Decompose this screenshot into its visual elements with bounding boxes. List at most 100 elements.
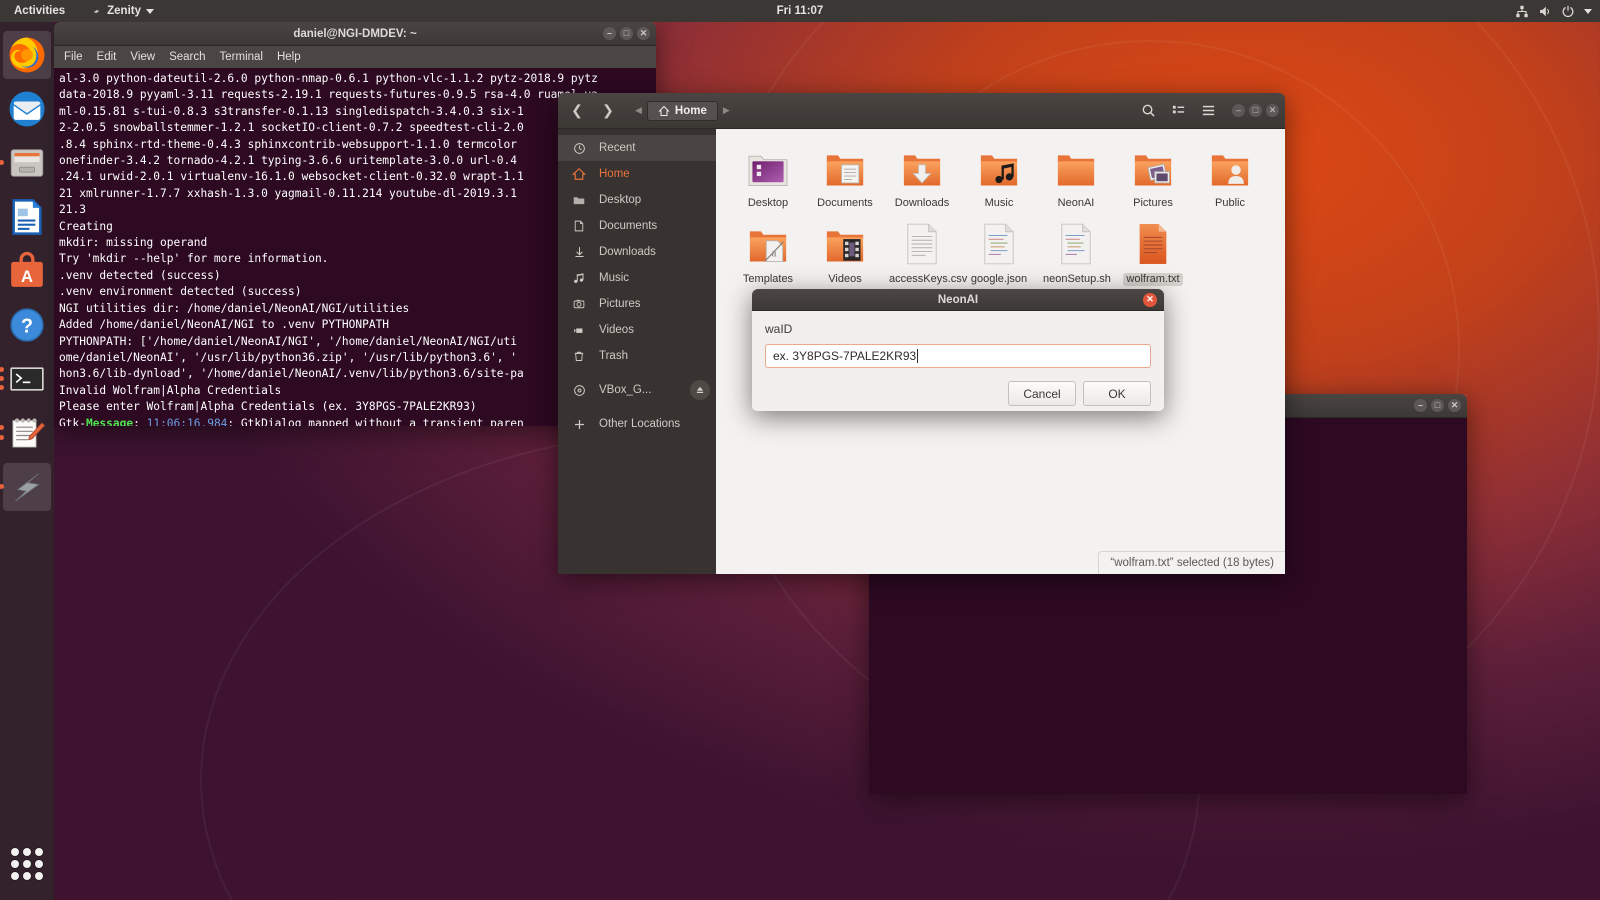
- sidebar-item-downloads[interactable]: Downloads: [558, 239, 716, 265]
- terminal1-window-buttons[interactable]: – □ ✕: [603, 27, 650, 40]
- folder-videos-icon: [809, 219, 881, 265]
- sidebar-item-videos[interactable]: Videos: [558, 317, 716, 343]
- close-button[interactable]: ✕: [637, 27, 650, 40]
- sidebar-item-home[interactable]: Home: [558, 161, 716, 187]
- clock[interactable]: Fri 11:07: [0, 5, 1600, 17]
- show-applications-button[interactable]: [7, 844, 47, 884]
- file-item-public[interactable]: Public: [1192, 139, 1268, 215]
- menu-terminal[interactable]: Terminal: [220, 51, 263, 63]
- close-button[interactable]: ✕: [1266, 104, 1279, 117]
- ubuntu-software-icon: A: [11, 251, 43, 287]
- waid-input[interactable]: ex. 3Y8PGS-7PALE2KR93: [765, 344, 1151, 368]
- help-icon: ?: [10, 308, 44, 342]
- menu-search[interactable]: Search: [169, 51, 205, 63]
- file-manager-window-buttons[interactable]: – □ ✕: [1232, 104, 1279, 117]
- maximize-button[interactable]: □: [620, 27, 633, 40]
- breadcrumb-home[interactable]: Home: [646, 100, 718, 121]
- file-item-neonai[interactable]: NeonAI: [1038, 139, 1114, 215]
- home-icon: [571, 167, 587, 181]
- close-icon[interactable]: ✕: [1143, 292, 1157, 307]
- sidebar-item-other-locations[interactable]: Other Locations: [558, 411, 716, 437]
- file-item-pictures[interactable]: Pictures: [1115, 139, 1191, 215]
- file-name: Pictures: [1133, 197, 1173, 209]
- sidebar-item-vbox-drive[interactable]: VBox_G...: [558, 377, 716, 403]
- firefox-icon: [9, 37, 45, 73]
- file-name: wolfram.txt: [1123, 273, 1183, 286]
- file-item-google-json[interactable]: google.json: [961, 215, 1037, 291]
- file-name: Music: [984, 197, 1014, 209]
- file-item-documents[interactable]: Documents: [807, 139, 883, 215]
- sidebar-item-label: Other Locations: [599, 418, 681, 430]
- breadcrumb[interactable]: ◀ Home ▶: [630, 100, 735, 121]
- sidebar-item-pictures[interactable]: Pictures: [558, 291, 716, 317]
- terminal1-menubar[interactable]: File Edit View Search Terminal Help: [54, 46, 656, 68]
- running-indicator: [0, 385, 4, 390]
- maximize-button[interactable]: □: [1249, 104, 1262, 117]
- folder-pictures-icon: [1117, 143, 1189, 189]
- dock-item-firefox[interactable]: [3, 31, 51, 79]
- menu-edit[interactable]: Edit: [97, 51, 117, 63]
- sidebar-item-recent[interactable]: Recent: [558, 135, 716, 161]
- minimize-button[interactable]: –: [603, 27, 616, 40]
- menu-view[interactable]: View: [130, 51, 155, 63]
- minimize-button[interactable]: –: [1414, 399, 1427, 412]
- menu-help[interactable]: Help: [277, 51, 301, 63]
- sidebar-item-label: Recent: [599, 142, 636, 154]
- breadcrumb-prev-icon[interactable]: ◀: [630, 105, 647, 116]
- chevron-down-icon: [1584, 8, 1592, 14]
- file-item-music[interactable]: Music: [961, 139, 1037, 215]
- dock-item-terminal[interactable]: [0, 355, 51, 403]
- sidebar-item-desktop[interactable]: Desktop: [558, 187, 716, 213]
- maximize-button[interactable]: □: [1431, 399, 1444, 412]
- system-tray[interactable]: [1515, 5, 1592, 18]
- terminal-line: ml-0.15.81 s-tui-0.8.3 s3transfer-0.1.13…: [59, 104, 524, 118]
- cancel-button[interactable]: Cancel: [1008, 381, 1076, 406]
- file-item-downloads[interactable]: Downloads: [884, 139, 960, 215]
- back-button[interactable]: ❮: [564, 99, 590, 123]
- ok-button[interactable]: OK: [1083, 381, 1151, 406]
- dock-item-thunderbird[interactable]: [3, 85, 51, 133]
- sidebar-item-documents[interactable]: Documents: [558, 213, 716, 239]
- file-item-accesskeys-csv[interactable]: accessKeys.csv: [884, 215, 967, 291]
- download-icon: [571, 245, 587, 259]
- terminal-line: mkdir: missing operand: [59, 236, 208, 250]
- document-icon: [571, 219, 587, 233]
- view-list-icon[interactable]: [1164, 99, 1192, 123]
- file-name: accessKeys.csv: [889, 273, 968, 285]
- search-icon[interactable]: [1134, 99, 1162, 123]
- terminal2-window-buttons[interactable]: – □ ✕: [1414, 399, 1461, 412]
- file-item-videos[interactable]: Videos: [807, 215, 883, 291]
- file-name: Desktop: [747, 197, 789, 209]
- sidebar-item-label: Documents: [599, 220, 658, 232]
- terminal-line: Please enter Wolfram|Alpha Credentials (…: [59, 400, 477, 414]
- file-txt-icon: [1117, 219, 1189, 265]
- dock-item-libreoffice-writer[interactable]: [3, 193, 51, 241]
- menu-file[interactable]: File: [64, 51, 83, 63]
- network-icon: [1516, 5, 1528, 17]
- breadcrumb-next-icon[interactable]: ▶: [718, 105, 735, 116]
- dock-item-ubuntu-software[interactable]: A: [3, 247, 51, 295]
- terminal-line: Added /home/daniel/NeonAI/NGI to .venv P…: [59, 318, 390, 332]
- file-item-desktop[interactable]: Desktop: [730, 139, 806, 215]
- dock-item-files[interactable]: [0, 139, 51, 187]
- terminal-line: PYTHONPATH: ['/home/daniel/NeonAI/NGI', …: [59, 334, 518, 348]
- dock-item-help[interactable]: ?: [3, 301, 51, 349]
- eject-icon[interactable]: [690, 380, 710, 400]
- dock: A ?: [0, 22, 54, 900]
- terminal-line: Invalid Wolfram|Alpha Credentials: [59, 383, 282, 397]
- file-item-templates[interactable]: a Templates: [730, 215, 806, 291]
- sidebar-item-trash[interactable]: Trash: [558, 343, 716, 369]
- file-code-icon: [963, 219, 1035, 265]
- hamburger-menu-icon[interactable]: [1194, 99, 1222, 123]
- sidebar-item-music[interactable]: Music: [558, 265, 716, 291]
- file-item-wolfram-txt[interactable]: wolfram.txt: [1115, 215, 1191, 291]
- close-button[interactable]: ✕: [1448, 399, 1461, 412]
- minimize-button[interactable]: –: [1232, 104, 1245, 117]
- forward-button[interactable]: ❯: [595, 99, 621, 123]
- neonai-dialog[interactable]: NeonAI ✕ waID ex. 3Y8PGS-7PALE2KR93 Canc…: [752, 289, 1164, 411]
- terminal-line: data-2018.9 pyyaml-3.11 requests-2.19.1 …: [59, 88, 598, 102]
- dock-item-zenity[interactable]: [0, 463, 51, 511]
- dock-item-text-editor[interactable]: [0, 409, 51, 457]
- file-item-neonsetup-sh[interactable]: neonSetup.sh: [1038, 215, 1114, 291]
- text-caret: [917, 349, 919, 363]
